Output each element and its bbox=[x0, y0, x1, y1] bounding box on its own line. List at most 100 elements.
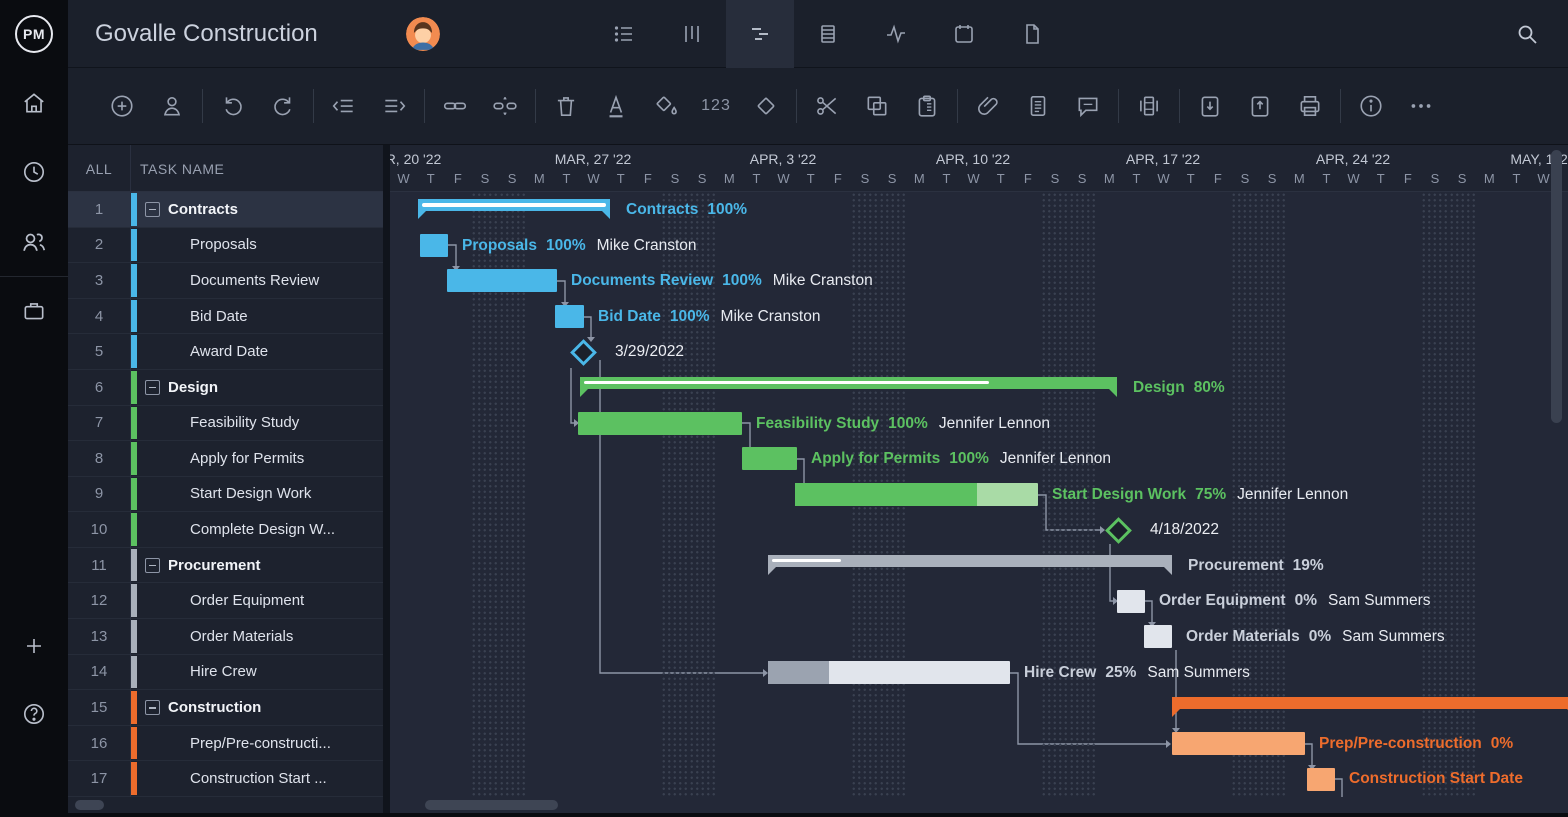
plus-icon bbox=[22, 634, 46, 658]
task-row-13[interactable]: 13Order Materials bbox=[68, 619, 383, 655]
collapse-icon[interactable] bbox=[145, 380, 160, 395]
task-row-11[interactable]: 11Procurement bbox=[68, 548, 383, 584]
sidebar-home-button[interactable] bbox=[0, 75, 68, 131]
chart-vscroll-thumb[interactable] bbox=[1551, 150, 1562, 423]
task-bar[interactable] bbox=[768, 661, 1010, 684]
task-row-12[interactable]: 12Order Equipment bbox=[68, 583, 383, 619]
unlink-tasks-button[interactable] bbox=[492, 93, 518, 119]
comment-button[interactable] bbox=[1075, 93, 1101, 119]
summary-bar[interactable] bbox=[1172, 697, 1568, 709]
task-name-label: Award Date bbox=[137, 334, 381, 369]
task-bar[interactable] bbox=[795, 483, 1038, 506]
import-button[interactable] bbox=[1197, 93, 1223, 119]
attachment-button[interactable] bbox=[975, 93, 1001, 119]
task-row-16[interactable]: 16Prep/Pre-constructi... bbox=[68, 726, 383, 762]
task-bar[interactable] bbox=[1144, 625, 1172, 648]
cut-button[interactable] bbox=[814, 93, 840, 119]
task-row-15[interactable]: 15Construction bbox=[68, 690, 383, 726]
task-bar[interactable] bbox=[1117, 590, 1145, 613]
task-row-1[interactable]: 1Contracts bbox=[68, 192, 383, 228]
task-row-number: 6 bbox=[68, 370, 130, 405]
collapse-icon[interactable] bbox=[145, 558, 160, 573]
outdent-button[interactable] bbox=[331, 93, 357, 119]
task-bar[interactable] bbox=[1172, 732, 1305, 755]
task-bar[interactable] bbox=[447, 269, 557, 292]
notes-button[interactable] bbox=[1025, 93, 1051, 119]
column-header-task-name[interactable]: TASK NAME bbox=[140, 145, 224, 192]
timeline-day-label: W bbox=[1347, 171, 1359, 186]
task-row-17[interactable]: 17Construction Start ... bbox=[68, 761, 383, 797]
more-options-button[interactable] bbox=[1408, 93, 1434, 119]
task-row-4[interactable]: 4Bid Date bbox=[68, 299, 383, 335]
undo-button[interactable] bbox=[220, 93, 246, 119]
delete-button[interactable] bbox=[553, 93, 579, 119]
task-panel-hscroll-thumb[interactable] bbox=[75, 800, 104, 810]
task-name-label: Procurement bbox=[137, 548, 381, 583]
sidebar-add-button[interactable] bbox=[0, 618, 68, 674]
copy-button[interactable] bbox=[864, 93, 890, 119]
task-row-6[interactable]: 6Design bbox=[68, 370, 383, 406]
panel-splitter[interactable] bbox=[383, 145, 390, 817]
summary-bar[interactable] bbox=[418, 199, 610, 211]
task-row-2[interactable]: 2Proposals bbox=[68, 228, 383, 264]
search-button[interactable] bbox=[1504, 0, 1550, 68]
sidebar-portfolio-button[interactable] bbox=[0, 283, 68, 339]
tab-board-view[interactable] bbox=[658, 0, 726, 68]
number-format-button[interactable]: 123 bbox=[703, 93, 729, 119]
fill-color-button[interactable] bbox=[653, 93, 679, 119]
sidebar-time-button[interactable] bbox=[0, 144, 68, 200]
task-bar[interactable] bbox=[742, 447, 797, 470]
link-tasks-button[interactable] bbox=[442, 93, 468, 119]
column-header-all[interactable]: ALL bbox=[68, 145, 130, 192]
task-row-14[interactable]: 14Hire Crew bbox=[68, 655, 383, 691]
tab-list-view[interactable] bbox=[590, 0, 658, 68]
project-owner-avatar[interactable] bbox=[406, 17, 440, 51]
column-divider bbox=[130, 145, 131, 797]
paste-button[interactable] bbox=[914, 93, 940, 119]
columns-button[interactable] bbox=[1136, 93, 1162, 119]
timeline-day-label: T bbox=[997, 171, 1005, 186]
task-bar[interactable] bbox=[1307, 768, 1335, 791]
task-row-8[interactable]: 8Apply for Permits bbox=[68, 441, 383, 477]
summary-bar[interactable] bbox=[580, 377, 1117, 389]
assign-user-button[interactable] bbox=[159, 93, 185, 119]
task-row-9[interactable]: 9Start Design Work bbox=[68, 477, 383, 513]
font-color-button[interactable] bbox=[603, 93, 629, 119]
task-color-strip bbox=[130, 762, 137, 795]
task-row-7[interactable]: 7Feasibility Study bbox=[68, 406, 383, 442]
task-bar[interactable] bbox=[420, 234, 448, 257]
collapse-icon[interactable] bbox=[145, 700, 160, 715]
print-button[interactable] bbox=[1297, 93, 1323, 119]
summary-progress-line bbox=[422, 203, 606, 207]
task-color-strip bbox=[130, 549, 137, 582]
chart-hscroll-thumb[interactable] bbox=[425, 800, 558, 810]
summary-bar[interactable] bbox=[768, 555, 1172, 567]
indent-button[interactable] bbox=[381, 93, 407, 119]
sidebar-help-button[interactable] bbox=[0, 686, 68, 742]
task-color-strip bbox=[130, 371, 137, 404]
tab-calendar-view[interactable] bbox=[930, 0, 998, 68]
task-row-3[interactable]: 3Documents Review bbox=[68, 263, 383, 299]
task-row-10[interactable]: 10Complete Design W... bbox=[68, 512, 383, 548]
info-button[interactable] bbox=[1358, 93, 1384, 119]
paperclip-icon bbox=[975, 93, 1001, 119]
chart-hscrollbar bbox=[390, 797, 1568, 813]
tab-page-view[interactable] bbox=[998, 0, 1066, 68]
timeline-header: MAR, 20 '22MAR, 27 '22APR, 3 '22APR, 10 … bbox=[390, 145, 1568, 192]
export-button[interactable] bbox=[1247, 93, 1273, 119]
task-bar[interactable] bbox=[555, 305, 584, 328]
redo-button[interactable] bbox=[270, 93, 296, 119]
app-logo[interactable]: PM bbox=[0, 0, 68, 68]
timeline-day-label: M bbox=[1294, 171, 1305, 186]
task-bar[interactable] bbox=[578, 412, 742, 435]
tab-activity-view[interactable] bbox=[862, 0, 930, 68]
bar-label: Procurement19% bbox=[1188, 548, 1324, 584]
milestone-button[interactable] bbox=[753, 93, 779, 119]
sidebar-team-button[interactable] bbox=[0, 214, 68, 270]
tab-sheet-view[interactable] bbox=[794, 0, 862, 68]
paste-icon bbox=[914, 93, 940, 119]
add-task-button[interactable] bbox=[109, 93, 135, 119]
tab-gantt-view[interactable] bbox=[726, 0, 794, 68]
collapse-icon[interactable] bbox=[145, 202, 160, 217]
task-row-5[interactable]: 5Award Date bbox=[68, 334, 383, 370]
